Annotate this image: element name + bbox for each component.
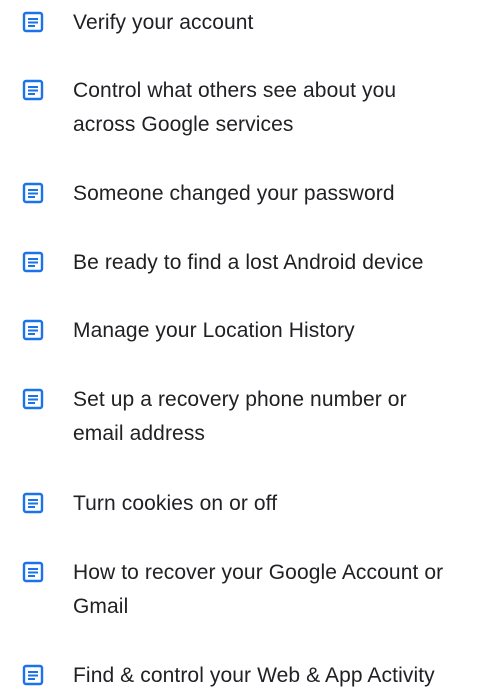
help-article-list: Verify your account Control what others … <box>0 0 483 691</box>
article-link-recovery-info[interactable]: Set up a recovery phone number or email … <box>0 383 483 451</box>
article-label: Turn cookies on or off <box>73 492 278 515</box>
article-icon <box>22 79 44 101</box>
article-label: How to recover your Google Account or Gm… <box>73 561 444 618</box>
article-link-find-android[interactable]: Be ready to find a lost Android device <box>0 246 483 280</box>
article-link-web-app-activity[interactable]: Find & control your Web & App Activity <box>0 659 483 693</box>
article-label: Set up a recovery phone number or email … <box>73 388 407 445</box>
article-icon <box>22 319 44 341</box>
article-label: Verify your account <box>73 11 254 34</box>
article-icon <box>22 561 44 583</box>
article-label: Control what others see about you across… <box>73 79 397 136</box>
article-link-control-visibility[interactable]: Control what others see about you across… <box>0 74 483 142</box>
article-label: Find & control your Web & App Activity <box>73 664 435 687</box>
article-label: Manage your Location History <box>73 319 355 342</box>
article-link-recover-account[interactable]: How to recover your Google Account or Gm… <box>0 556 483 624</box>
article-icon <box>22 492 44 514</box>
article-icon <box>22 664 44 686</box>
article-link-cookies[interactable]: Turn cookies on or off <box>0 487 483 521</box>
article-link-verify-account[interactable]: Verify your account <box>0 6 483 40</box>
article-label: Someone changed your password <box>73 182 395 205</box>
article-icon <box>22 388 44 410</box>
article-icon <box>22 11 44 33</box>
article-link-password-changed[interactable]: Someone changed your password <box>0 177 483 211</box>
article-icon <box>22 182 44 204</box>
article-label: Be ready to find a lost Android device <box>73 251 424 274</box>
article-link-location-history[interactable]: Manage your Location History <box>0 314 483 348</box>
article-icon <box>22 251 44 273</box>
